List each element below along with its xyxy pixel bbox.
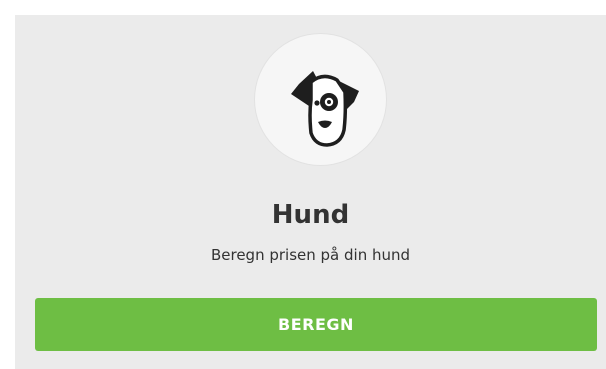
dog-face-icon [291,71,359,147]
product-avatar [255,34,386,165]
product-subtitle: Beregn prisen på din hund [210,246,411,264]
product-card: Hund Beregn prisen på din hund BEREGN [15,15,606,369]
calculate-button[interactable]: BEREGN [35,298,597,351]
product-title: Hund [271,200,350,230]
